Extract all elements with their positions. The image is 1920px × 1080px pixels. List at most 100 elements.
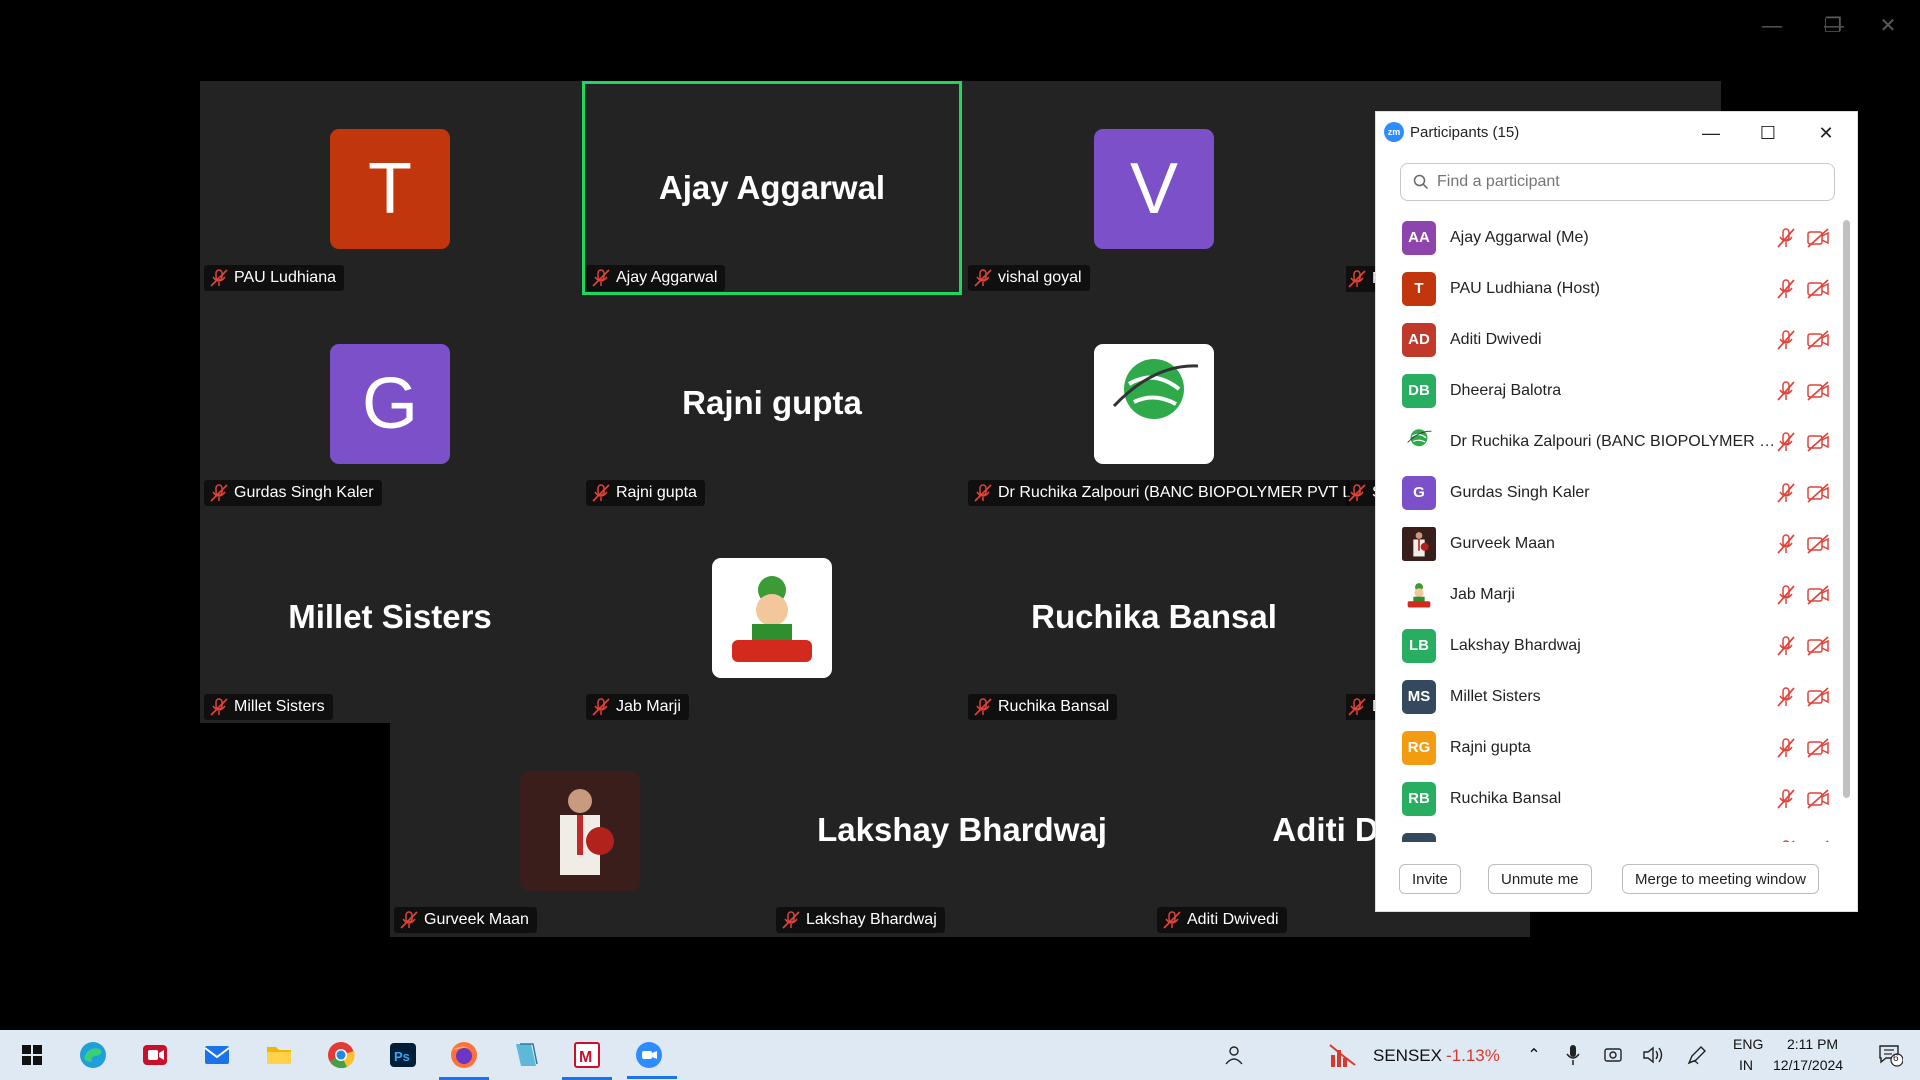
participant-muted-icon[interactable] [1775,227,1797,249]
chrome-icon[interactable] [319,1035,363,1075]
participant-row[interactable]: RG Rajni gupta [1376,722,1842,773]
notification-center-icon[interactable]: 6 [1870,1035,1910,1075]
participant-muted-icon[interactable] [1775,482,1797,504]
participant-muted-icon[interactable] [1775,533,1797,555]
video-tile[interactable]: Dr Ruchika Zalpouri (BANC BIOPOLYMER PVT… [964,296,1350,510]
participant-row[interactable]: AA Ajay Aggarwal (Me) [1376,212,1842,263]
photoshop-icon[interactable]: Ps [381,1035,425,1075]
participant-video-off-icon[interactable] [1806,431,1830,453]
participant-muted-icon[interactable] [1775,788,1797,810]
video-tile[interactable]: G Gurdas Singh Kaler [200,296,580,510]
participant-list-scrollbar[interactable] [1842,212,1850,842]
participant-row[interactable]: RK Ruminder Kaur [1376,824,1842,842]
muted-microphone-icon [972,268,994,288]
participant-video-off-icon[interactable] [1806,482,1830,504]
edge-icon[interactable] [71,1035,115,1075]
people-icon[interactable] [1212,1035,1256,1075]
merge-to-meeting-window-button[interactable]: Merge to meeting window [1622,864,1819,894]
participant-video-off-icon[interactable] [1806,686,1830,708]
participant-list-name: Lakshay Bhardwaj [1450,636,1581,654]
zoom-icon[interactable] [627,1035,677,1079]
file-explorer-icon[interactable] [257,1035,301,1075]
video-tile[interactable]: Ajay Aggarwal Ajay Aggarwal [582,81,962,295]
panel-maximize-icon[interactable]: ☐ [1753,120,1783,146]
participant-video-off-icon[interactable] [1806,584,1830,606]
tile-name: vishal goyal [998,269,1082,286]
volume-icon[interactable] [1636,1035,1670,1075]
video-tile[interactable]: Millet Sisters Millet Sisters [200,510,580,724]
participant-video-off-icon[interactable] [1806,788,1830,810]
video-tile[interactable]: Rajni gupta Rajni gupta [582,296,962,510]
tile-name: Aditi Dwivedi [1187,911,1279,928]
participant-muted-icon[interactable] [1775,635,1797,657]
participant-row[interactable]: T PAU Ludhiana (Host) [1376,263,1842,314]
participant-row[interactable]: AD Aditi Dwivedi [1376,314,1842,365]
mail-icon[interactable] [195,1035,239,1075]
participant-name-label: Ajay Aggarwal [586,265,726,291]
participant-search[interactable] [1400,163,1835,201]
chevron-up-icon[interactable]: ⌃ [1512,1035,1556,1075]
clock-time[interactable]: 2:11 PM [1787,1036,1838,1052]
panel-close-icon[interactable]: ✕ [1811,120,1841,146]
invite-button[interactable]: Invite [1399,864,1461,894]
participant-muted-icon[interactable] [1775,839,1797,842]
windows-start-icon[interactable] [10,1035,54,1075]
participant-row[interactable]: Gurveek Maan [1376,518,1842,569]
participant-muted-icon[interactable] [1775,380,1797,402]
sensex-change[interactable]: -1.13% [1446,1046,1500,1066]
participant-video-off-icon[interactable] [1806,533,1830,555]
microphone-icon[interactable] [1556,1035,1590,1075]
participant-row[interactable]: LB Lakshay Bhardwaj [1376,620,1842,671]
participant-video-off-icon[interactable] [1806,278,1830,300]
participant-row[interactable]: Jab Marji [1376,569,1842,620]
participant-muted-icon[interactable] [1775,686,1797,708]
panel-title: Participants (15) [1410,123,1520,141]
participant-list-image [1402,424,1436,459]
pen-icon[interactable] [1680,1035,1714,1075]
participant-display-name: Rajni gupta [682,384,862,421]
participant-muted-icon[interactable] [1775,431,1797,453]
participant-list-name: Ajay Aggarwal (Me) [1450,228,1589,246]
video-tile[interactable]: Lakshay Bhardwaj Lakshay Bhardwaj [772,723,1152,937]
participant-name-label: Gurveek Maan [394,907,537,933]
sensex-label[interactable]: SENSEX [1373,1046,1442,1066]
screen-recorder-icon[interactable] [133,1035,177,1075]
tile-name: Lakshay Bhardwaj [806,911,937,928]
participant-avatar: T [330,129,450,249]
video-tile[interactable]: T PAU Ludhiana [200,81,580,295]
clock-date[interactable]: 12/17/2024 [1773,1057,1843,1073]
muted-microphone-icon [398,910,420,930]
participant-video-off-icon[interactable] [1806,635,1830,657]
participant-muted-icon[interactable] [1775,584,1797,606]
participant-row[interactable]: MS Millet Sisters [1376,671,1842,722]
participant-row[interactable]: RB Ruchika Bansal [1376,773,1842,824]
video-tile[interactable]: Ruchika Bansal Ruchika Bansal [964,510,1344,724]
participant-muted-icon[interactable] [1775,278,1797,300]
sensex-widget-icon[interactable] [1326,1035,1360,1075]
participant-row[interactable]: Dr Ruchika Zalpouri (BANC BIOPOLYMER PV.… [1376,416,1842,467]
video-tile[interactable]: Gurveek Maan [390,723,770,937]
participant-muted-icon[interactable] [1775,737,1797,759]
participant-row[interactable]: G Gurdas Singh Kaler [1376,467,1842,518]
participant-video-off-icon[interactable] [1806,839,1830,842]
video-tile[interactable]: Jab Marji [582,510,962,724]
notepad-icon[interactable] [504,1035,548,1075]
tile-name: Ajay Aggarwal [616,269,718,286]
language-indicator-top[interactable]: ENG [1733,1036,1763,1052]
participant-row[interactable]: DB Dheeraj Balotra [1376,365,1842,416]
participant-video-off-icon[interactable] [1806,737,1830,759]
camera-in-use-icon[interactable] [1596,1035,1630,1075]
participant-video-off-icon[interactable] [1806,227,1830,249]
mcafee-icon[interactable]: M [565,1035,609,1075]
firefox-icon[interactable] [442,1035,486,1075]
participant-video-off-icon[interactable] [1806,329,1830,351]
language-indicator-bottom[interactable]: IN [1739,1057,1753,1073]
participant-list-name: Aditi Dwivedi [1450,330,1542,348]
participant-video-off-icon[interactable] [1806,380,1830,402]
video-tile[interactable]: Vvishal goyal [964,81,1344,295]
search-input[interactable] [1435,172,1819,192]
taskbar: Ps M SENSEX -1.13% ⌃ ENG IN 2:11 PM 12/17… [0,1030,1920,1080]
unmute-me-button[interactable]: Unmute me [1488,864,1592,894]
panel-minimize-icon[interactable]: — [1696,120,1726,146]
participant-muted-icon[interactable] [1775,329,1797,351]
